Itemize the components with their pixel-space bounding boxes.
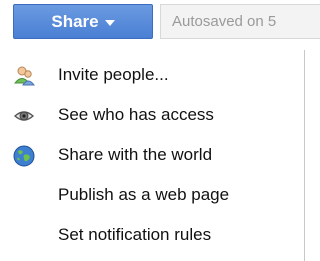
menu-item-set-notification-rules[interactable]: Set notification rules <box>0 216 304 254</box>
menu-item-label: Invite people... <box>58 65 169 84</box>
menu-item-invite-people[interactable]: Invite people... <box>0 56 304 94</box>
menu-item-label: See who has access <box>58 105 214 124</box>
share-button-label: Share <box>51 11 99 31</box>
eye-icon <box>13 111 35 121</box>
menu-item-publish-as-web-page[interactable]: Publish as a web page <box>0 176 304 214</box>
invite-people-icon <box>13 66 35 86</box>
autosave-status: Autosaved on 5 <box>160 4 320 39</box>
menu-item-label: Publish as a web page <box>58 185 230 204</box>
toolbar: Share Autosaved on 5 <box>0 0 320 44</box>
globe-icon <box>13 145 35 167</box>
share-menu: Invite people... See who has access Shar… <box>0 50 305 261</box>
share-button[interactable]: Share <box>13 4 153 39</box>
chevron-down-icon <box>104 20 115 26</box>
menu-item-label: Share with the world <box>58 145 213 164</box>
menu-item-share-with-the-world[interactable]: Share with the world <box>0 136 304 174</box>
menu-item-see-who-has-access[interactable]: See who has access <box>0 96 304 134</box>
menu-item-label: Set notification rules <box>58 225 212 244</box>
